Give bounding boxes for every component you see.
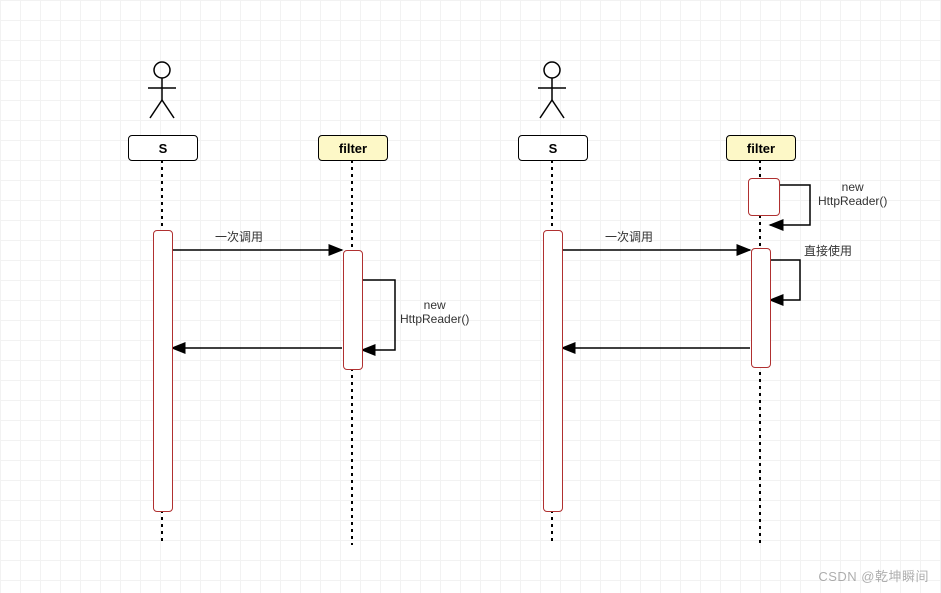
actor-s-box: S xyxy=(518,135,588,161)
actor-s-label: S xyxy=(159,141,168,156)
filter-box: filter xyxy=(318,135,388,161)
activation-filter-right xyxy=(751,248,771,368)
direct-use-label: 直接使用 xyxy=(804,242,852,259)
activation-filter-left xyxy=(343,250,363,370)
activation-s-right xyxy=(543,230,563,512)
filter-box: filter xyxy=(726,135,796,161)
actor-s-box: S xyxy=(128,135,198,161)
call-label-left: 一次调用 xyxy=(215,228,263,245)
self-call-label-left: new HttpReader() xyxy=(400,298,469,326)
self-call-label-right: new HttpReader() xyxy=(818,180,887,208)
activation-filter-top-right xyxy=(748,178,780,216)
diagram-svg xyxy=(0,0,941,593)
actor-s-label: S xyxy=(549,141,558,156)
filter-label: filter xyxy=(747,141,775,156)
call-label-right: 一次调用 xyxy=(605,228,653,245)
watermark: CSDN @乾坤瞬间 xyxy=(818,566,929,585)
activation-s-left xyxy=(153,230,173,512)
actor-icon xyxy=(148,62,176,118)
actor-icon xyxy=(538,62,566,118)
filter-label: filter xyxy=(339,141,367,156)
